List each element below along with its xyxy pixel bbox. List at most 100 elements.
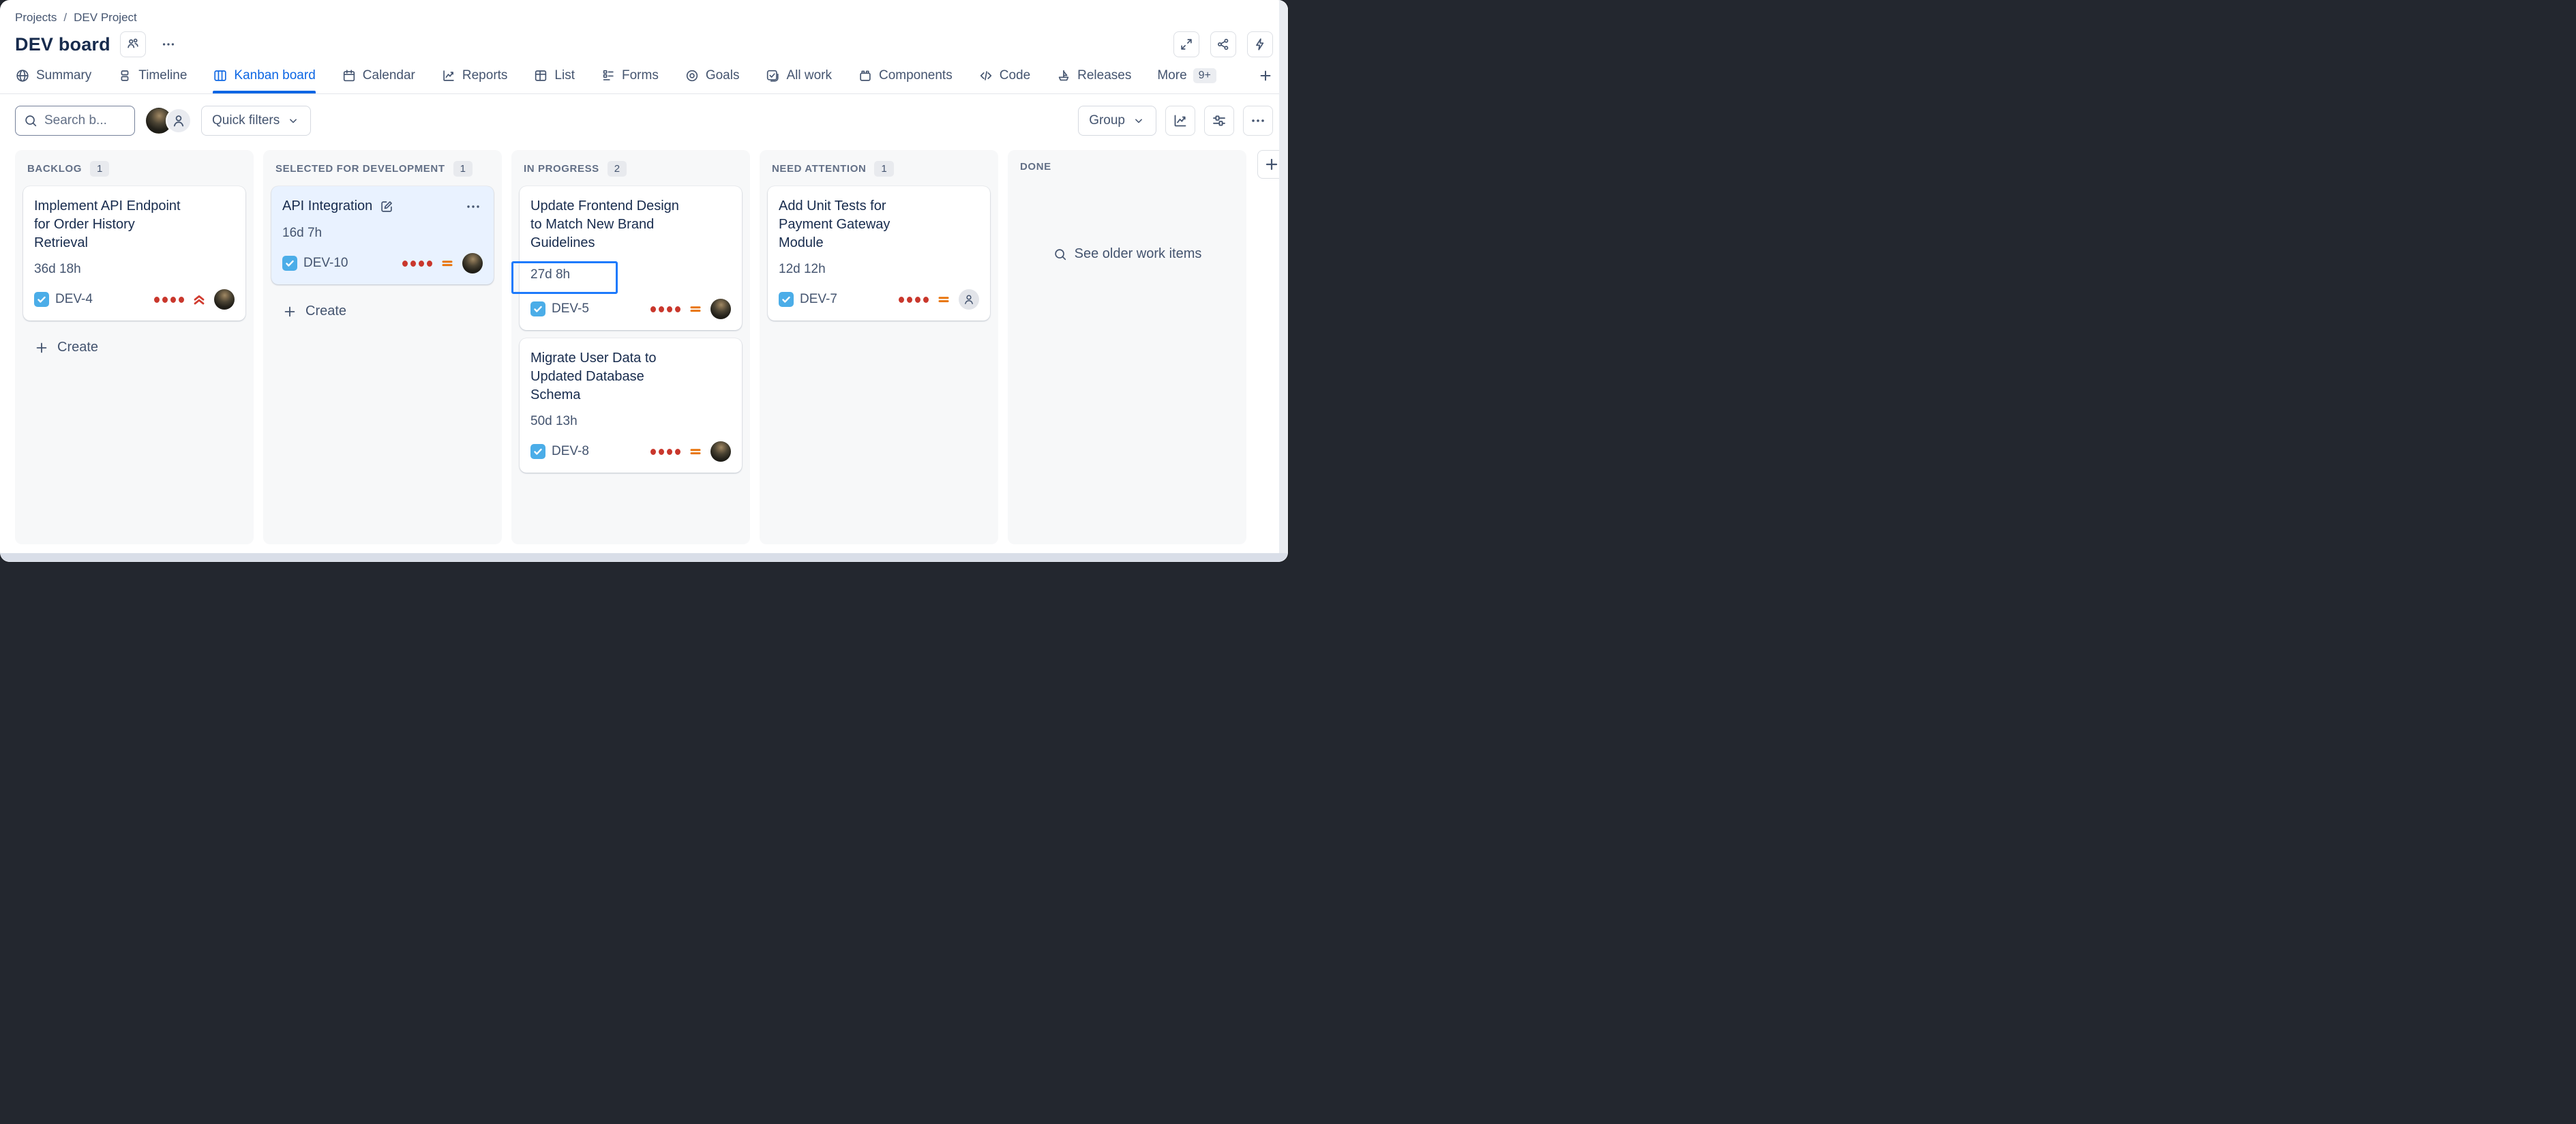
tab-label: Components [879,68,953,83]
task-type-icon [34,292,49,307]
line-chart-icon [441,68,456,83]
tab-more[interactable]: More 9+ [1157,68,1216,93]
estimate-value[interactable]: 27d 8h [530,267,570,282]
avatar-unassigned[interactable] [166,108,192,134]
card-dev-5[interactable]: Update Frontend Design to Match New Bran… [520,186,742,330]
task-type-icon [530,301,545,316]
breadcrumb-projects[interactable]: Projects [15,11,57,25]
tab-label: Forms [622,68,659,83]
column-cards: Implement API Endpoint for Order History… [15,182,254,373]
chevron-down-icon [1132,114,1145,128]
people-icon [125,37,140,52]
search-icon [23,113,38,128]
vertical-scrollbar[interactable] [1279,0,1288,553]
code-brackets-icon [978,68,993,83]
card-dev-8[interactable]: Migrate User Data to Updated Database Sc… [520,338,742,473]
tab-code[interactable]: Code [978,68,1030,93]
tab-calendar[interactable]: Calendar [342,68,415,93]
tab-timeline[interactable]: Timeline [117,68,187,93]
more-horizontal-icon [1250,113,1266,129]
quick-filters-button[interactable]: Quick filters [201,106,311,136]
tab-label: All work [786,68,832,83]
more-horizontal-icon [161,37,176,52]
calendar-icon [342,68,357,83]
tab-summary[interactable]: Summary [15,68,91,93]
tab-label: Timeline [138,68,187,83]
unassigned-avatar [959,289,979,310]
tab-label: Calendar [363,68,415,83]
column-name: SELECTED FOR DEVELOPMENT [275,163,445,175]
automation-button[interactable] [1247,31,1273,57]
horizontal-scrollbar[interactable] [0,553,1288,562]
create-issue-button[interactable]: Create [27,334,241,361]
quick-filters-label: Quick filters [212,113,280,128]
column-count-badge: 1 [874,161,893,177]
column-header: BACKLOG 1 [15,150,254,182]
view-settings-sliders-icon [1211,113,1227,129]
card-dev-7[interactable]: Add Unit Tests for Payment Gateway Modul… [768,186,990,321]
column-count-badge: 2 [608,161,627,177]
see-older-work-items-link[interactable]: See older work items [1008,246,1246,262]
view-settings-button[interactable] [1204,106,1234,136]
tab-list[interactable]: List [533,68,575,93]
tab-kanban-board[interactable]: Kanban board [213,68,315,93]
create-issue-button[interactable]: Create [275,298,490,325]
kanban-board: BACKLOG 1 Implement API Endpoint for Ord… [0,147,1288,544]
board-members-button[interactable] [120,31,146,57]
task-type-icon [779,292,794,307]
group-by-button[interactable]: Group [1078,106,1156,136]
insights-button[interactable] [1165,106,1195,136]
fullscreen-button[interactable] [1173,31,1199,57]
ship-icon [1056,68,1071,83]
card-key: DEV-10 [303,256,348,271]
card-dev-4[interactable]: Implement API Endpoint for Order History… [23,186,245,321]
person-icon [962,293,976,306]
tab-label: Reports [462,68,508,83]
group-label: Group [1089,113,1125,128]
create-label: Create [57,340,98,355]
task-type-icon [282,256,297,271]
tab-goals[interactable]: Goals [685,68,740,93]
card-footer: DEV-8 [530,441,731,462]
tab-all-work[interactable]: All work [765,68,832,93]
edit-pencil-icon[interactable] [379,199,394,214]
card-more-icon[interactable] [464,197,483,216]
column-name: NEED ATTENTION [772,163,866,175]
column-name: IN PROGRESS [524,163,599,175]
share-button[interactable] [1210,31,1236,57]
column-name: DONE [1020,161,1051,173]
add-view-tab[interactable] [1258,68,1273,93]
tab-forms[interactable]: Forms [601,68,659,93]
priority-medium-icon [935,291,952,308]
column-selected-for-development: SELECTED FOR DEVELOPMENT 1 API Integrati… [263,150,502,544]
tab-label: Goals [706,68,740,83]
timeline-bars-icon [117,68,132,83]
board-more-button[interactable] [155,31,181,57]
column-header: SELECTED FOR DEVELOPMENT 1 [263,150,502,182]
tab-reports[interactable]: Reports [441,68,508,93]
card-badges [650,299,731,319]
card-estimate: 36d 18h [34,262,235,277]
chevron-down-icon [286,114,300,128]
column-count-badge: 1 [90,161,109,177]
tab-components[interactable]: Components [858,68,953,93]
more-count-badge: 9+ [1193,68,1216,83]
priority-medium-icon [687,443,704,460]
search-icon [1053,247,1068,262]
priority-medium-icon [687,301,704,317]
card-estimate: 50d 13h [530,414,731,429]
column-in-progress: IN PROGRESS 2 Update Frontend Design to … [511,150,750,544]
board-view-more-button[interactable] [1243,106,1273,136]
column-done: DONE See older work items [1008,150,1246,544]
tab-releases[interactable]: Releases [1056,68,1131,93]
assignee-filter-avatars [146,108,192,134]
card-dev-10[interactable]: API Integration 16d 7h [271,186,494,284]
column-cards: API Integration 16d 7h [263,182,502,337]
plus-icon [34,340,49,355]
column-name: BACKLOG [27,163,82,175]
assignee-avatar [214,289,235,310]
tab-label: Code [1000,68,1030,83]
plus-icon [1258,68,1273,83]
card-estimate: 12d 12h [779,262,979,277]
breadcrumb-project[interactable]: DEV Project [74,11,137,25]
